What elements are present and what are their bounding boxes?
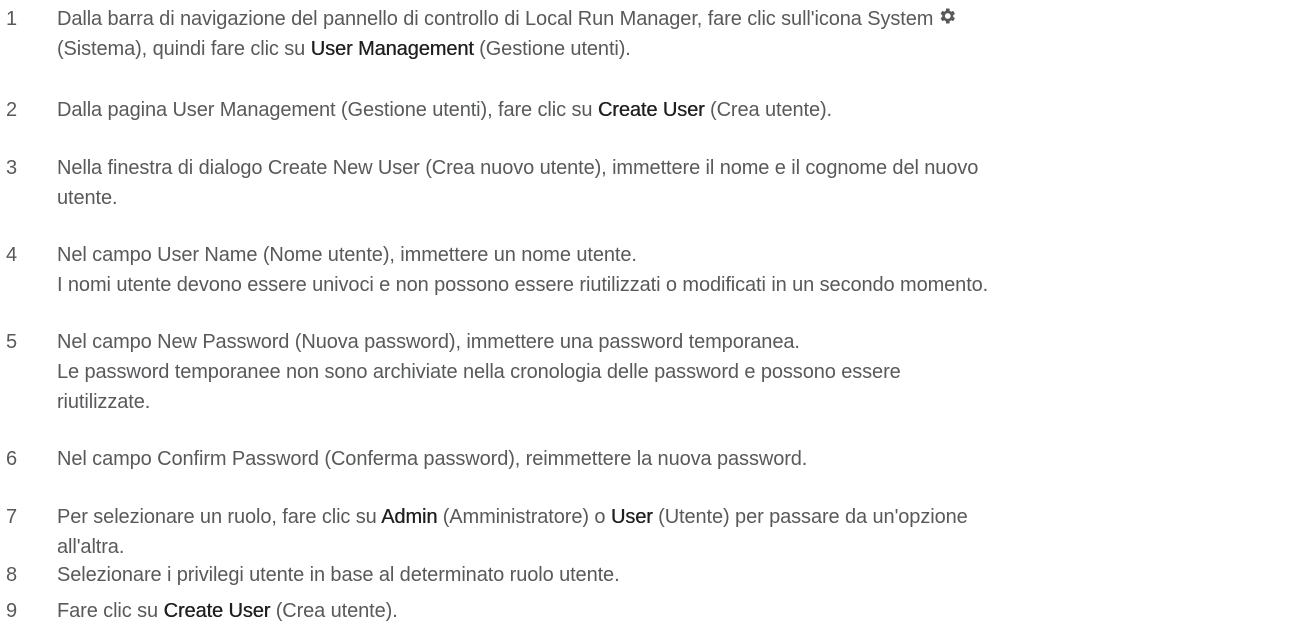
step-text: Nella finestra di dialogo Create New Use… bbox=[57, 157, 979, 209]
step-number: 1 bbox=[6, 8, 18, 30]
step-text: Dalla barra di navigazione del pannello … bbox=[57, 4, 1297, 64]
step-text: Nel campo User Name (Nome utente), immet… bbox=[57, 244, 989, 296]
step-number: 4 bbox=[6, 244, 18, 266]
step-number: 5 bbox=[6, 331, 18, 353]
step-text: Fare clic su Create User (Crea utente). bbox=[57, 600, 398, 622]
step-text: Selezionare i privilegi utente in base a… bbox=[57, 564, 620, 586]
step-text: Nel campo Confirm Password (Conferma pas… bbox=[57, 448, 808, 470]
step-number: 7 bbox=[6, 506, 18, 528]
gear-icon bbox=[940, 8, 956, 24]
step-text: Dalla pagina User Management (Gestione u… bbox=[57, 99, 833, 121]
step-number: 2 bbox=[6, 99, 18, 121]
step-number: 8 bbox=[6, 564, 18, 586]
step-text: Per selezionare un ruolo, fare clic su A… bbox=[57, 506, 968, 558]
step-number: 6 bbox=[6, 448, 18, 470]
step-number: 9 bbox=[6, 600, 18, 622]
step-text: Nel campo New Password (Nuova password),… bbox=[57, 331, 901, 413]
step-number: 3 bbox=[6, 157, 18, 179]
